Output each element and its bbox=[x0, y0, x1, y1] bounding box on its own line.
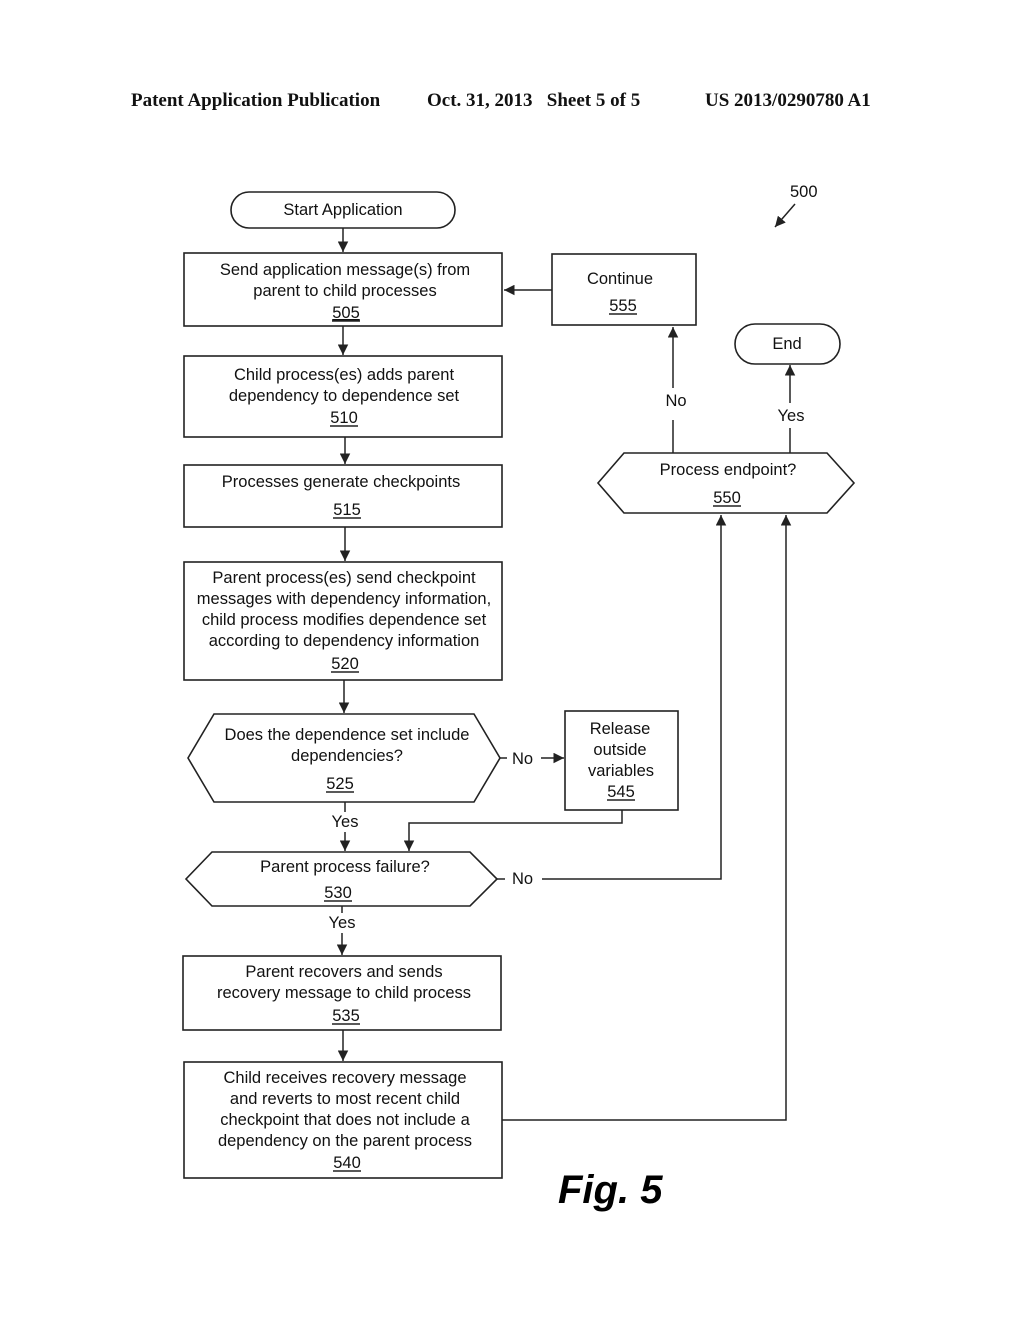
node-530-decision: Parent process failure? 530 bbox=[184, 851, 499, 907]
node-505-ref: 505 bbox=[332, 304, 360, 322]
node-545-line-2: outside bbox=[593, 741, 646, 759]
edge-550-no-label: No bbox=[665, 392, 686, 410]
node-535-line-2: recovery message to child process bbox=[217, 984, 471, 1002]
node-540: Child receives recovery message and reve… bbox=[183, 1061, 503, 1179]
edge-525-yes-label: Yes bbox=[332, 813, 359, 831]
node-515-ref: 515 bbox=[333, 501, 361, 519]
node-525-decision: Does the dependence set include dependen… bbox=[187, 713, 501, 803]
node-525-ref: 525 bbox=[326, 775, 354, 793]
node-start-application: Start Application bbox=[230, 191, 456, 229]
node-530-line-1: Parent process failure? bbox=[260, 858, 430, 876]
node-510: Child process(es) adds parent dependency… bbox=[183, 355, 503, 438]
edge-530-550 bbox=[542, 515, 727, 880]
edge-550-yes-label: Yes bbox=[778, 407, 805, 425]
node-525-line-1: Does the dependence set include bbox=[225, 726, 470, 744]
node-555-ref: 555 bbox=[609, 297, 637, 315]
node-510-line-2: dependency to dependence set bbox=[229, 387, 460, 405]
node-540-line-4: dependency on the parent process bbox=[218, 1132, 472, 1150]
node-545-line-1: Release bbox=[590, 720, 651, 738]
node-520: Parent process(es) send checkpoint messa… bbox=[183, 561, 503, 681]
node-535-line-1: Parent recovers and sends bbox=[245, 963, 442, 981]
node-510-ref: 510 bbox=[330, 409, 358, 427]
node-545-ref: 545 bbox=[607, 783, 635, 801]
node-545-line-3: variables bbox=[588, 762, 654, 780]
node-510-line-1: Child process(es) adds parent bbox=[234, 366, 455, 384]
edge-530-yes-label: Yes bbox=[329, 914, 356, 932]
flowchart: 500 Start Application Send application m… bbox=[182, 183, 856, 1212]
node-525-line-2: dependencies? bbox=[291, 747, 403, 765]
node-520-line-2: messages with dependency information, bbox=[197, 590, 491, 608]
node-535-ref: 535 bbox=[332, 1007, 360, 1025]
node-550-ref: 550 bbox=[713, 489, 741, 507]
node-515-line-1: Processes generate checkpoints bbox=[222, 473, 460, 491]
figure-label: Fig. 5 bbox=[558, 1168, 663, 1212]
node-540-line-1: Child receives recovery message bbox=[223, 1069, 466, 1087]
edge-530-no-label: No bbox=[512, 870, 533, 888]
node-end: End bbox=[734, 323, 841, 365]
node-540-line-2: and reverts to most recent child bbox=[230, 1090, 460, 1108]
node-550-line-1: Process endpoint? bbox=[660, 461, 797, 479]
node-550-decision: Process endpoint? 550 bbox=[596, 452, 856, 514]
edge-545-530 bbox=[403, 810, 623, 851]
node-540-ref: 540 bbox=[333, 1154, 361, 1172]
figure-reference-number: 500 bbox=[790, 183, 818, 201]
node-545: Release outside variables 545 bbox=[564, 710, 679, 811]
node-start-label: Start Application bbox=[283, 201, 402, 219]
node-505-line-1: Send application message(s) from bbox=[220, 261, 470, 279]
node-520-line-1: Parent process(es) send checkpoint bbox=[212, 569, 476, 587]
node-555-line-1: Continue bbox=[587, 270, 653, 288]
node-520-line-3: child process modifies dependence set bbox=[202, 611, 487, 629]
edge-540-550 bbox=[502, 515, 792, 1121]
node-555: Continue 555 bbox=[551, 253, 697, 326]
node-end-label: End bbox=[772, 335, 801, 353]
node-535: Parent recovers and sends recovery messa… bbox=[182, 955, 502, 1031]
node-530-ref: 530 bbox=[324, 884, 352, 902]
node-505: Send application message(s) from parent … bbox=[183, 252, 503, 327]
reference-arrow bbox=[774, 203, 796, 228]
node-520-line-4: according to dependency information bbox=[209, 632, 480, 650]
edge-525-no-label: No bbox=[512, 750, 533, 768]
node-515: Processes generate checkpoints 515 bbox=[183, 464, 503, 528]
node-505-line-2: parent to child processes bbox=[253, 282, 436, 300]
node-540-line-3: checkpoint that does not include a bbox=[220, 1111, 470, 1129]
node-520-ref: 520 bbox=[331, 655, 359, 673]
